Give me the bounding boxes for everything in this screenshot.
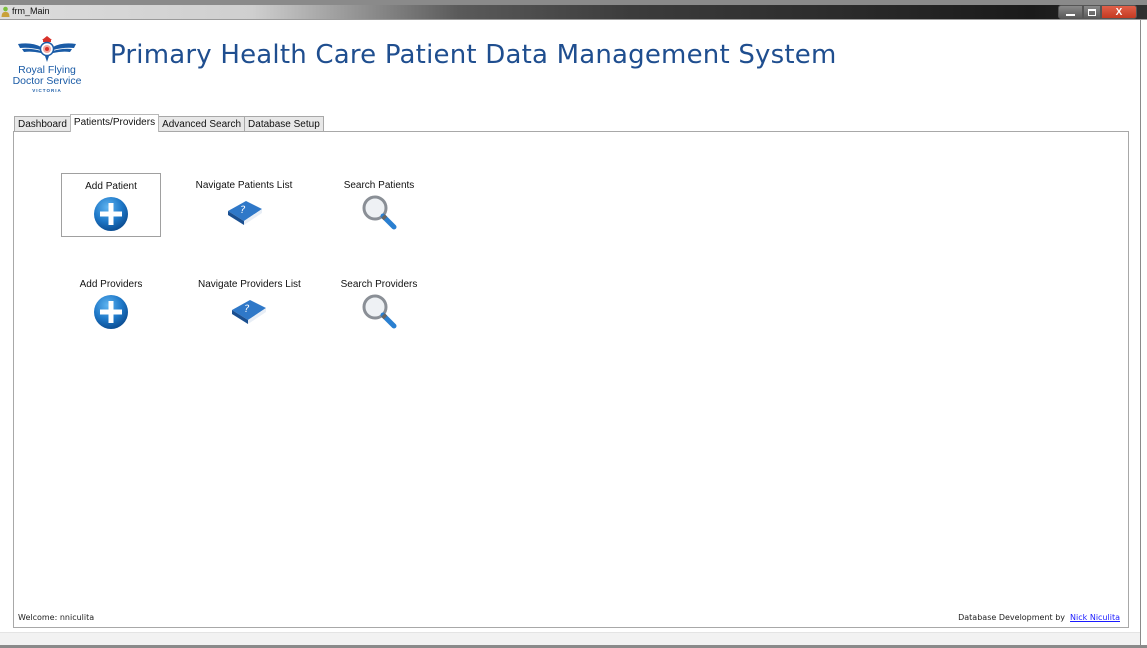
add-patient-button[interactable]: Add Patient <box>61 173 161 237</box>
minimize-button[interactable] <box>1058 5 1083 19</box>
maximize-button[interactable] <box>1083 5 1101 19</box>
credit-prefix: Database Development by <box>958 613 1066 622</box>
app-user-icon <box>1 6 10 17</box>
close-button[interactable]: X <box>1101 5 1137 19</box>
minimize-icon <box>1066 13 1075 16</box>
tab-patients-providers[interactable]: Patients/Providers <box>69 114 160 132</box>
page-title: Primary Health Care Patient Data Managem… <box>110 40 837 70</box>
rfds-logo: Royal Flying Doctor Service VICTORIA <box>12 34 84 94</box>
close-icon: X <box>1115 6 1123 18</box>
main-window: frm_Main X Royal Flying Doctor Service V… <box>0 0 1147 648</box>
navigate-providers-list-button[interactable]: Navigate Providers List ? <box>198 272 301 336</box>
search-providers-label: Search Providers <box>340 279 418 290</box>
search-patients-label: Search Patients <box>343 180 415 191</box>
rfds-wings-crest-icon <box>18 36 76 62</box>
help-book-icon: ? <box>228 201 262 225</box>
logo-text-line3: VICTORIA <box>32 88 62 93</box>
navigate-patients-list-label: Navigate Patients List <box>195 180 293 191</box>
maximize-icon <box>1088 8 1096 16</box>
status-strip <box>0 632 1140 645</box>
add-circle-icon <box>94 295 128 329</box>
developer-link[interactable]: Nick Niculita <box>1070 613 1120 622</box>
tab-advanced-search[interactable]: Advanced Search <box>158 116 246 132</box>
add-providers-label: Add Providers <box>79 279 143 290</box>
patients-providers-panel: Add Patient Navigate Patients List ? Sea… <box>13 131 1129 628</box>
tab-strip: Dashboard Patients/Providers Advanced Se… <box>14 114 324 132</box>
navigate-patients-list-button[interactable]: Navigate Patients List ? <box>194 173 294 237</box>
magnifier-icon <box>362 294 397 329</box>
window-right-border <box>1140 20 1141 648</box>
tab-database-setup[interactable]: Database Setup <box>244 116 324 132</box>
welcome-text: Welcome: nniculita <box>18 613 95 622</box>
add-providers-button[interactable]: Add Providers <box>61 272 161 336</box>
credit-text: Database Development by Nick Niculita <box>958 613 1120 622</box>
logo-text-line2: Doctor Service <box>12 75 82 87</box>
magnifier-icon <box>362 195 397 230</box>
title-bar-edge <box>0 0 1147 5</box>
title-bar[interactable]: frm_Main X <box>0 0 1147 20</box>
search-patients-button[interactable]: Search Patients <box>329 173 429 237</box>
tab-dashboard[interactable]: Dashboard <box>14 116 71 132</box>
search-providers-button[interactable]: Search Providers <box>329 272 429 336</box>
window-title: frm_Main <box>12 6 50 16</box>
help-book-icon: ? <box>232 300 266 324</box>
add-patient-label: Add Patient <box>85 181 137 192</box>
add-circle-icon <box>94 197 128 231</box>
window-controls: X <box>1058 5 1137 19</box>
navigate-providers-list-label: Navigate Providers List <box>198 279 301 290</box>
